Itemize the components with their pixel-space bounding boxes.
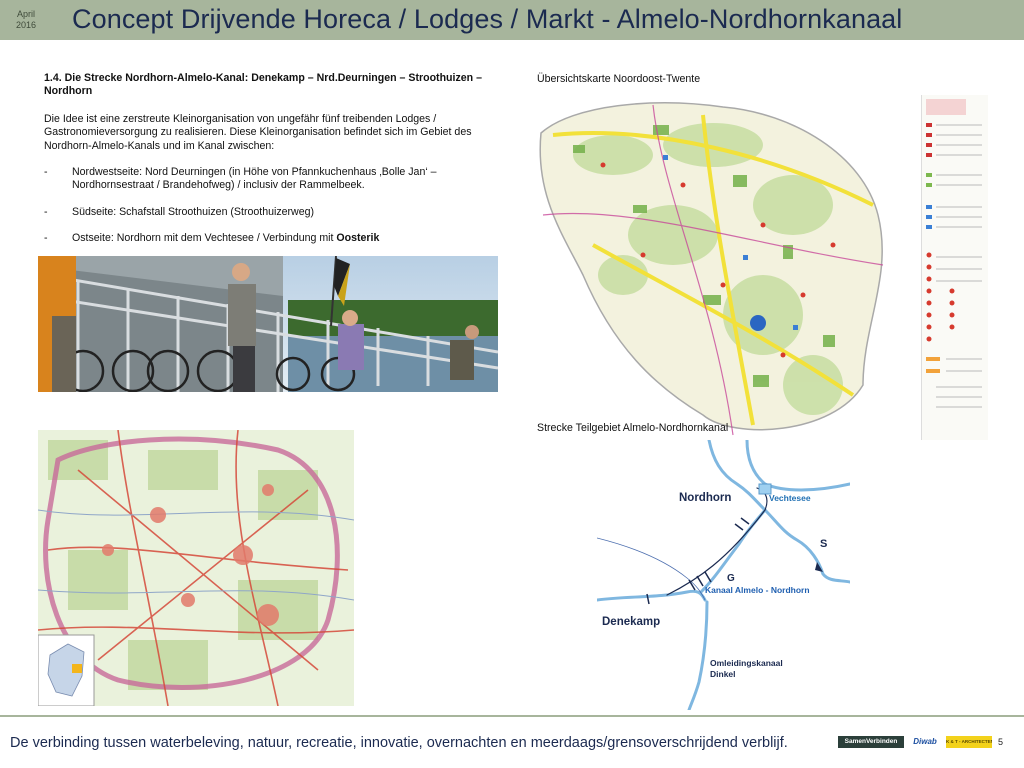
route-map-caption: Strecke Teilgebiet Almelo-Nordhornkanal [537,422,729,434]
date-year: 2016 [15,20,37,30]
logo-samenverbinden: SamenVerbinden [838,736,904,748]
twente-region-map [38,430,354,706]
bullet-item: - Nordwestseite: Nord Deurningen (in Höh… [44,166,499,193]
legend-illustration [926,99,982,408]
bullet-dash: - [44,166,48,179]
text-block: 1.4. Die Strecke Nordhorn-Almelo-Kanal: … [44,72,499,259]
bullet-text-south: Südseite: Schafstall Stroothuizen (Stroo… [72,205,315,218]
bullet-item: - Ostseite: Nordhorn mit dem Vechtesee /… [44,232,499,245]
twente-map-illustration [38,430,354,706]
footer-tagline: De verbinding tussen waterbeleving, natu… [10,735,788,751]
label-kanaal: Kanaal Almelo - Nordhorn [705,585,810,595]
bullet-east-prefix: Ostseite: Nordhorn mit dem Vechtesee / V… [72,232,337,245]
bullet-dash: - [44,232,48,245]
overview-map-caption: Übersichtskarte Noordoost-Twente [537,73,701,85]
label-omleiding-line2: Dinkel [710,669,736,679]
label-vechtesee: Vechtesee [769,493,811,503]
bullet-east-bold: Oosterik [336,232,380,245]
label-omleidingskanaal: Omleidingskanaal Dinkel [710,658,783,680]
bullet-item: - Südseite: Schafstall Stroothuizen (Str… [44,206,499,219]
ferry-photo [38,256,498,392]
ferry-photo-illustration [38,256,498,392]
label-g-marker: G [727,573,735,584]
overview-map [533,95,921,440]
label-omleiding-line1: Omleidingskanaal [710,658,783,668]
bullet-text-northwest: Nordwestseite: Nord Deurningen (in Höhe … [72,166,437,192]
logo-diwab: Diwab [907,736,943,748]
logo-kt-architecten: K & T - ARCHITECTEN [946,736,992,748]
header-band: April 2016 Concept Drijvende Horeca / Lo… [0,0,1024,40]
page-number: 5 [998,737,1004,747]
date-stamp: April 2016 [10,9,42,31]
date-month: April [16,9,35,19]
bullet-text-east: Ostseite: Nordhorn mit dem Vechtesee / V… [72,232,499,245]
label-s-marker: S [820,538,828,550]
section-heading: 1.4. Die Strecke Nordhorn-Almelo-Kanal: … [44,72,482,98]
bullet-dash: - [44,205,48,218]
route-map: Nordhorn Vechtesee S G Kanaal Almelo - N… [597,440,850,710]
intro-paragraph: Die Idee ist eine zerstreute Kleinorgani… [44,112,472,152]
label-nordhorn: Nordhorn [679,492,732,504]
overview-map-illustration [533,95,921,440]
label-denekamp: Denekamp [602,616,661,628]
overview-map-legend [921,95,988,440]
page-title: Concept Drijvende Horeca / Lodges / Mark… [72,4,903,34]
